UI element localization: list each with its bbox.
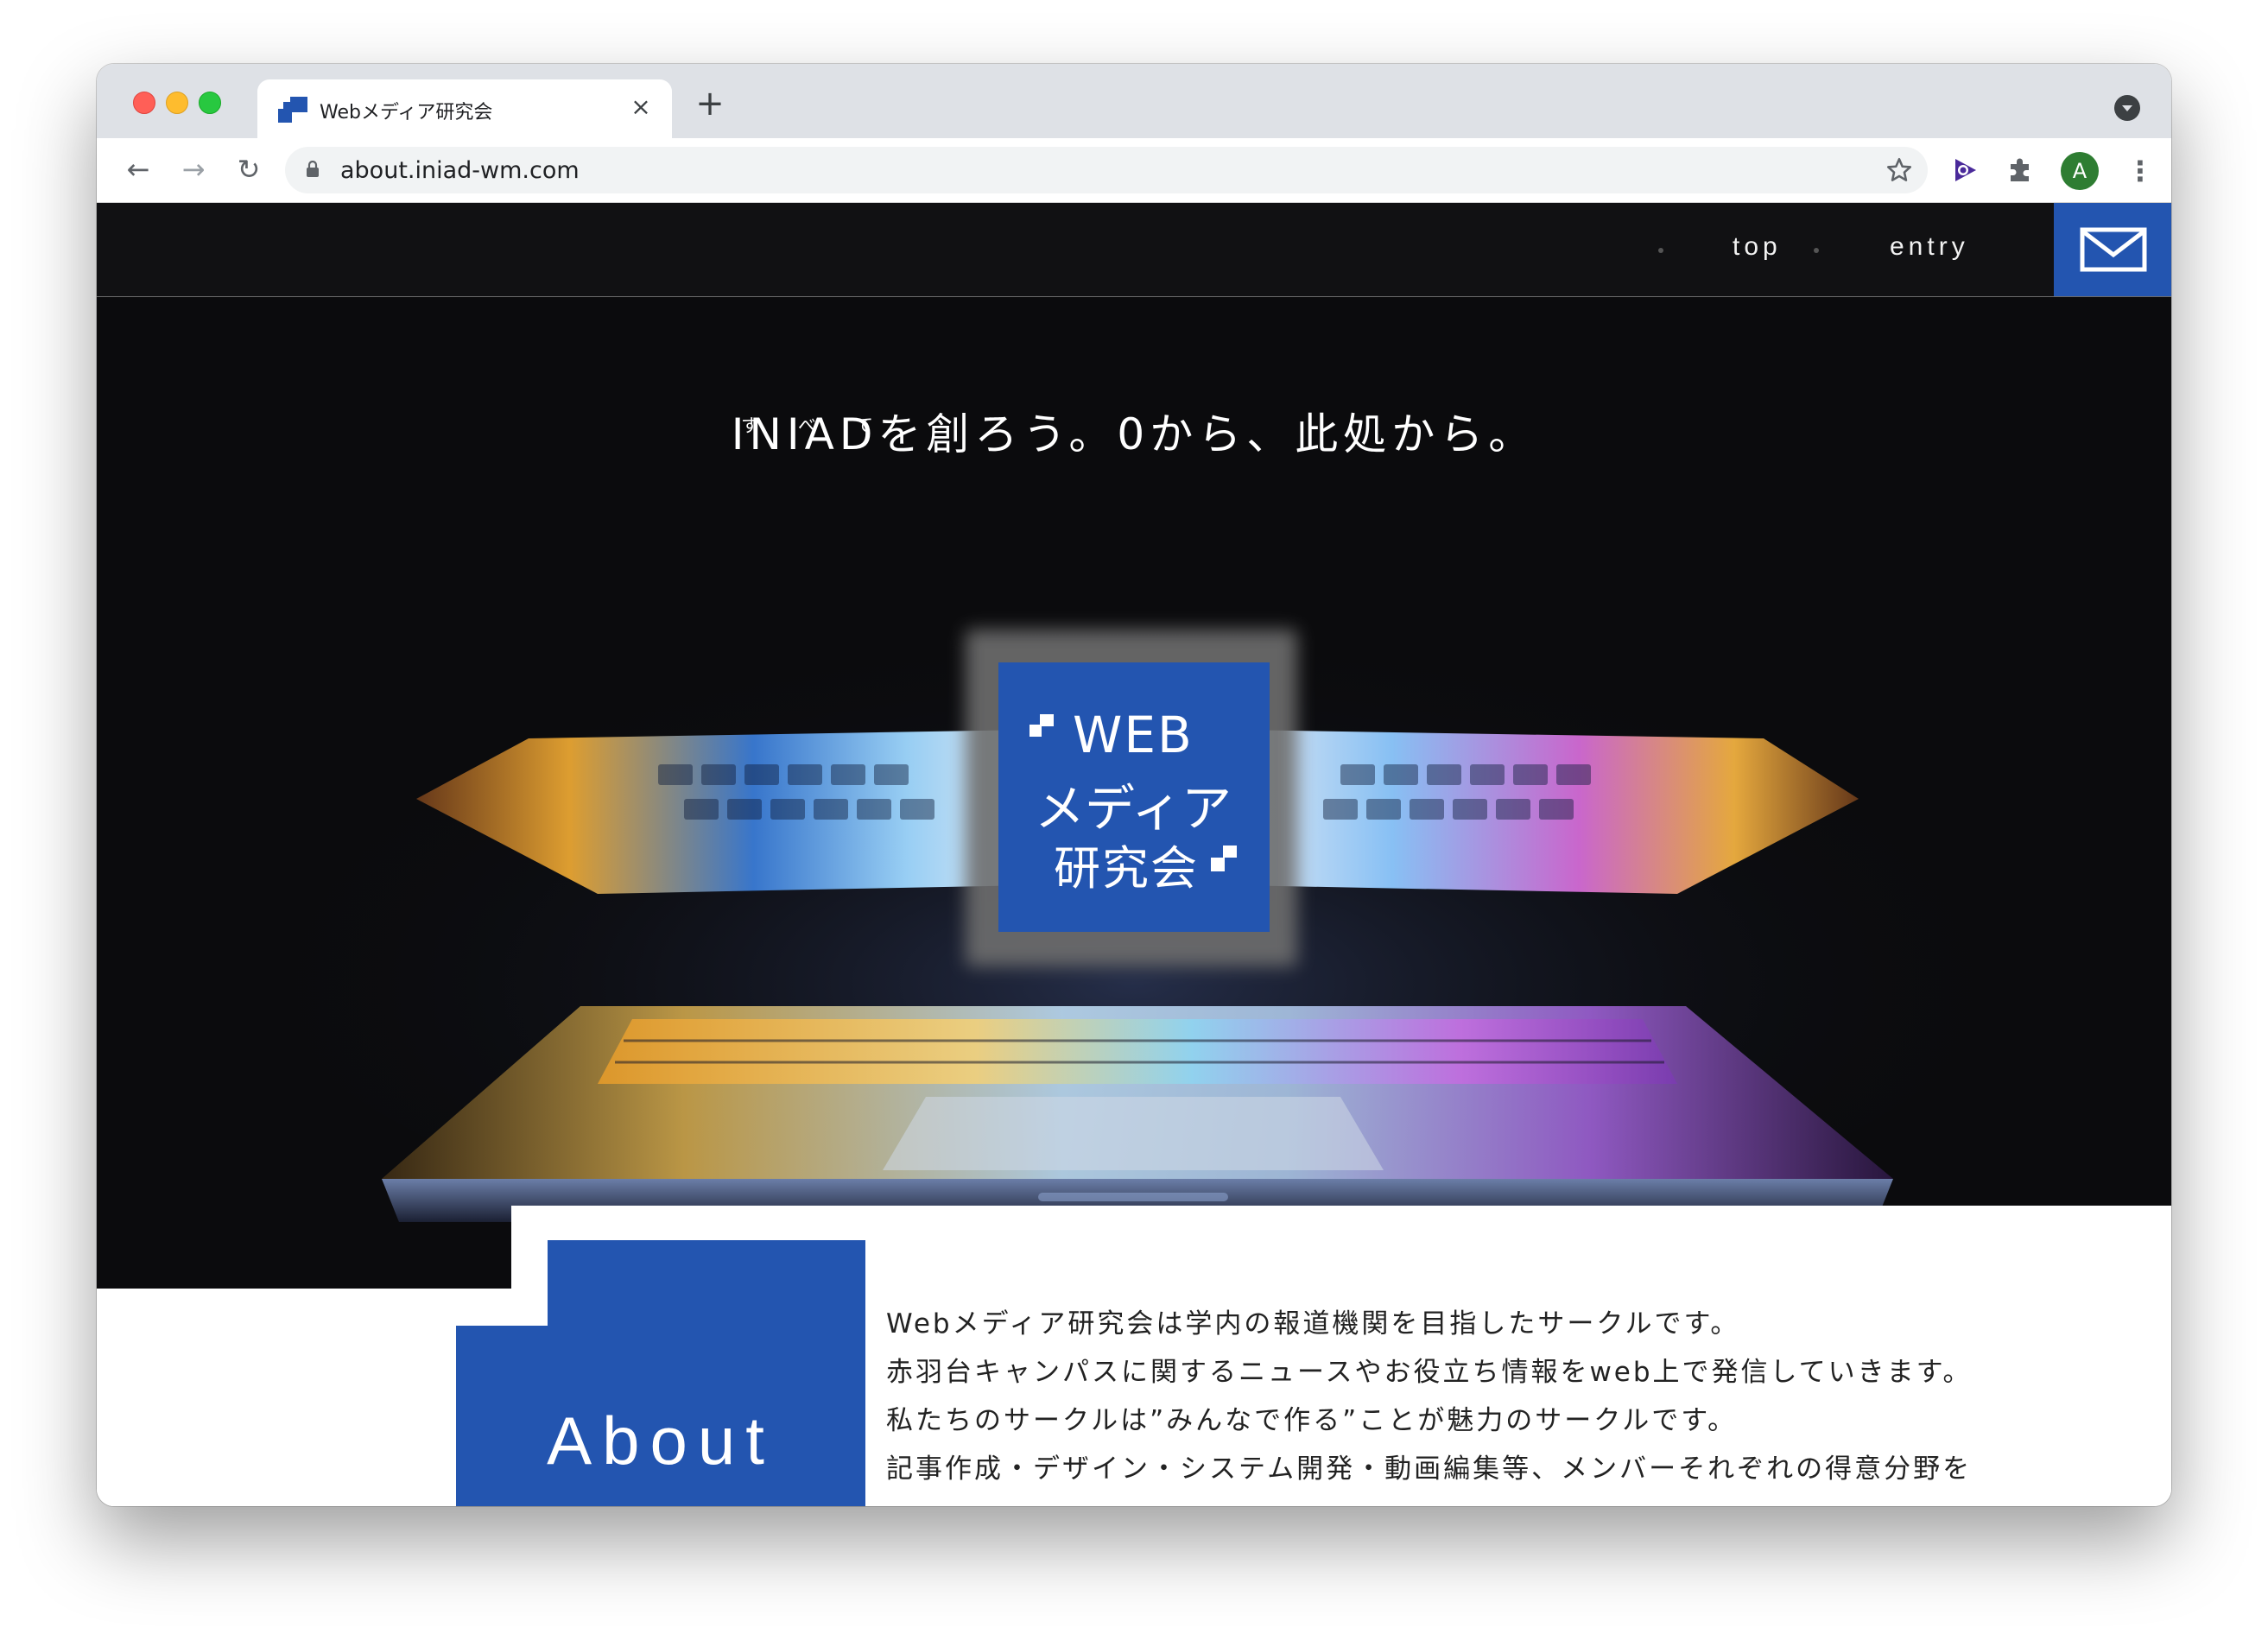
- new-tab-button[interactable]: +: [691, 85, 729, 123]
- about-paragraph: Webメディア研究会は学内の報道機関を目指したサークルです。: [886, 1308, 1740, 1340]
- close-window-button[interactable]: [133, 92, 155, 114]
- nav-link-top[interactable]: top: [1733, 232, 1782, 262]
- about-paragraph: 記事作成・デザイン・システム開発・動画編集等、メンバーそれぞれの得意分野を: [886, 1454, 1973, 1485]
- about-heading-notch: [456, 1289, 548, 1326]
- extensions-puzzle-icon[interactable]: [2004, 154, 2037, 187]
- site-favicon-icon: [278, 97, 307, 123]
- url-text[interactable]: about.iniad-wm.com: [340, 157, 580, 184]
- about-heading: About: [547, 1403, 775, 1479]
- browser-tab-active[interactable]: Webメディア研究会 ×: [257, 79, 672, 138]
- maximize-window-button[interactable]: [199, 92, 221, 114]
- extension-cast-icon[interactable]: [1948, 154, 1981, 187]
- tab-title: Webメディア研究会: [320, 102, 493, 124]
- logo-squares-icon: [1211, 846, 1237, 871]
- logo-squares-icon: [1029, 714, 1054, 737]
- hero-section: top entry す べ て INIADを創ろう。0から、此処から。 WEB …: [97, 203, 2171, 1289]
- about-paragraph: 赤羽台キャンパスに関するニュースやお役立ち情報をweb上で発信していきます。: [886, 1357, 1973, 1388]
- back-button[interactable]: ←: [119, 150, 157, 188]
- web-media-logo: WEB メディア 研究会: [998, 662, 1270, 932]
- nav-link-entry[interactable]: entry: [1890, 232, 1969, 262]
- about-section-bg: [97, 1289, 511, 1506]
- logo-text-kenkyukai: 研究会: [1054, 841, 1199, 896]
- nav-bullet: [1814, 248, 1819, 253]
- mail-icon: [2080, 227, 2147, 272]
- browser-menu-icon[interactable]: ⋮: [2126, 154, 2154, 188]
- forward-button[interactable]: →: [174, 150, 212, 188]
- address-bar[interactable]: about.iniad-wm.com: [285, 147, 1928, 193]
- reload-button[interactable]: ↻: [230, 150, 268, 188]
- minimize-window-button[interactable]: [166, 92, 188, 114]
- contact-mail-button[interactable]: [2054, 203, 2171, 296]
- nav-bullet: [1658, 248, 1663, 253]
- bookmark-star-icon[interactable]: [1885, 155, 1914, 185]
- page-viewport: top entry す べ て INIADを創ろう。0から、此処から。 WEB …: [97, 203, 2171, 1506]
- lock-icon: [307, 161, 319, 177]
- browser-window: Webメディア研究会 × + ← → ↻ about.iniad-wm.com: [97, 64, 2171, 1506]
- hero-tagline: INIADを創ろう。0から、此処から。: [731, 409, 1537, 459]
- about-description: Webメディア研究会は学内の報道機関を目指したサークルです。 赤羽台キャンパスに…: [886, 1300, 2130, 1493]
- tab-strip: Webメディア研究会 × +: [97, 64, 2171, 138]
- logo-text-web: WEB: [1073, 706, 1194, 764]
- tab-search-icon[interactable]: [2114, 95, 2140, 121]
- about-paragraph: 私たちのサークルは”みんなで作る”ことが魅力のサークルです。: [886, 1405, 1738, 1436]
- profile-avatar[interactable]: A: [2061, 152, 2099, 190]
- tab-close-icon[interactable]: ×: [625, 92, 656, 123]
- browser-toolbar: ← → ↻ about.iniad-wm.com A ⋮: [97, 138, 2171, 203]
- site-header: top entry: [97, 203, 2171, 297]
